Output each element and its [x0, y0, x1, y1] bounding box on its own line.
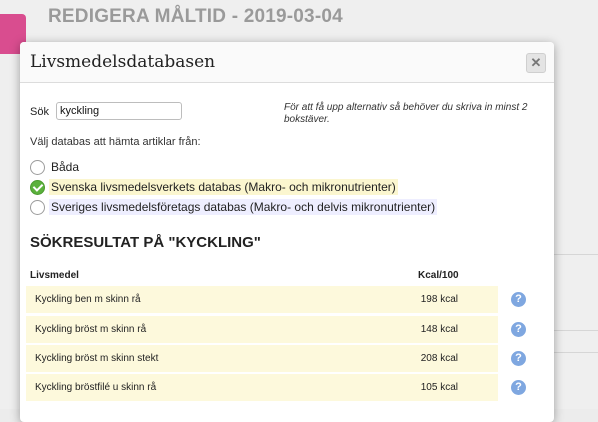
table-row[interactable]: Kyckling ben m skinn rå 198 kcal — [26, 286, 498, 313]
table-row[interactable]: Kyckling bröst m skinn stekt 208 kcal — [26, 345, 498, 372]
radio-option-livsmedelsverket[interactable]: Svenska livsmedelsverkets databas (Makro… — [30, 178, 398, 196]
column-header-food: Livsmedel — [30, 270, 79, 281]
food-name: Kyckling bröst m skinn rå — [35, 324, 147, 335]
food-database-modal: Livsmedelsdatabasen ✕ Sök För att få upp… — [20, 42, 554, 422]
table-row[interactable]: Kyckling bröstfilé u skinn rå 105 kcal — [26, 374, 498, 401]
close-icon[interactable]: ✕ — [526, 53, 546, 73]
food-kcal: 105 kcal — [420, 382, 458, 393]
radio-checked-icon[interactable] — [30, 179, 45, 195]
search-hint: För att få upp alternativ så behöver du … — [284, 102, 528, 125]
database-label: Välj databas att hämta artiklar från: — [30, 136, 201, 148]
radio-label: Båda — [51, 160, 80, 174]
search-input[interactable] — [56, 102, 182, 120]
search-label: Sök — [30, 106, 49, 118]
page-title: REDIGERA MÅLTID - 2019-03-04 — [48, 6, 343, 27]
radio-option-both[interactable]: Båda — [30, 158, 81, 176]
modal-header: Livsmedelsdatabasen ✕ — [20, 42, 554, 83]
food-kcal: 208 kcal — [420, 353, 458, 364]
radio-label: Svenska livsmedelsverkets databas (Makro… — [49, 179, 398, 195]
divider — [554, 352, 598, 353]
column-header-kcal: Kcal/100 — [418, 270, 459, 281]
question-icon[interactable]: ? — [511, 380, 526, 395]
radio-option-livsmedelsforetag[interactable]: Sveriges livsmedelsföretags databas (Mak… — [30, 198, 438, 216]
question-icon[interactable]: ? — [511, 351, 526, 366]
results-heading: SÖKRESULTAT PÅ "KYCKLING" — [30, 234, 261, 251]
food-kcal: 198 kcal — [420, 294, 458, 305]
question-icon[interactable]: ? — [511, 322, 526, 337]
radio-icon[interactable] — [30, 199, 45, 215]
food-kcal: 148 kcal — [420, 324, 458, 335]
question-icon[interactable]: ? — [511, 292, 526, 307]
table-row[interactable]: Kyckling bröst m skinn rå 148 kcal — [26, 316, 498, 343]
food-name: Kyckling ben m skinn rå — [35, 294, 141, 305]
modal-title: Livsmedelsdatabasen — [30, 52, 216, 72]
radio-label: Sveriges livsmedelsföretags databas (Mak… — [49, 199, 438, 215]
food-name: Kyckling bröstfilé u skinn rå — [35, 382, 157, 393]
divider — [554, 254, 598, 255]
divider — [554, 330, 598, 331]
radio-icon[interactable] — [30, 159, 45, 175]
food-name: Kyckling bröst m skinn stekt — [35, 353, 159, 364]
